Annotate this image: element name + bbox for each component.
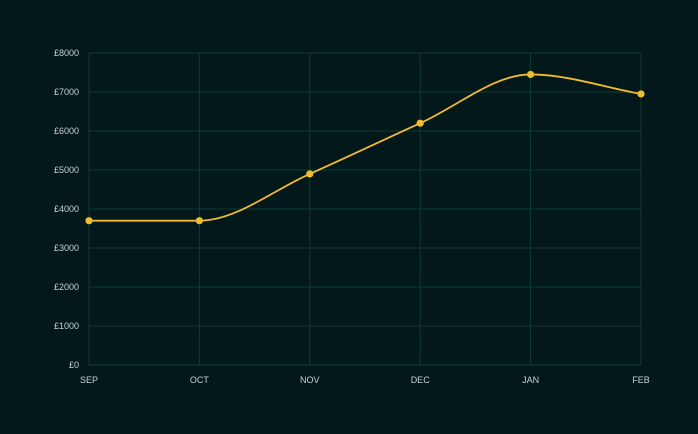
y-tick-label: £1000 — [54, 321, 79, 331]
series-layer — [88, 73, 642, 222]
data-point[interactable] — [637, 90, 645, 98]
x-tick-label: DEC — [411, 375, 431, 385]
x-tick-label: OCT — [190, 375, 210, 385]
y-tick-label: £3000 — [54, 243, 79, 253]
y-tick-label: £0 — [69, 360, 79, 370]
y-tick-label: £6000 — [54, 126, 79, 136]
data-point[interactable] — [85, 217, 93, 225]
grid-lines — [88, 52, 642, 366]
y-tick-label: £7000 — [54, 87, 79, 97]
x-tick-label: FEB — [632, 375, 650, 385]
data-points — [85, 70, 645, 225]
chart-canvas: £0 £1000 £2000 £3000 £4000 £5000 £6000 £7000 £80… — [54, 48, 650, 385]
line-chart: £0 £1000 £2000 £3000 £4000 £5000 £6000 £7000 £80… — [0, 0, 698, 434]
x-tick-label: SEP — [80, 375, 98, 385]
y-tick-label: £2000 — [54, 282, 79, 292]
x-tick-label: JAN — [522, 375, 539, 385]
x-axis-ticks: SEP OCT NOV DEC JAN FEB — [80, 375, 650, 385]
data-point[interactable] — [195, 217, 203, 225]
x-tick-label: NOV — [300, 375, 320, 385]
data-point[interactable] — [306, 170, 314, 178]
data-point[interactable] — [527, 70, 535, 79]
data-point[interactable] — [416, 119, 424, 127]
y-tick-label: £8000 — [54, 48, 79, 58]
y-tick-label: £5000 — [54, 165, 79, 175]
y-tick-label: £4000 — [54, 204, 79, 214]
y-axis-ticks: £0 £1000 £2000 £3000 £4000 £5000 £6000 £7000 £80… — [54, 48, 79, 370]
series-line — [88, 73, 642, 222]
